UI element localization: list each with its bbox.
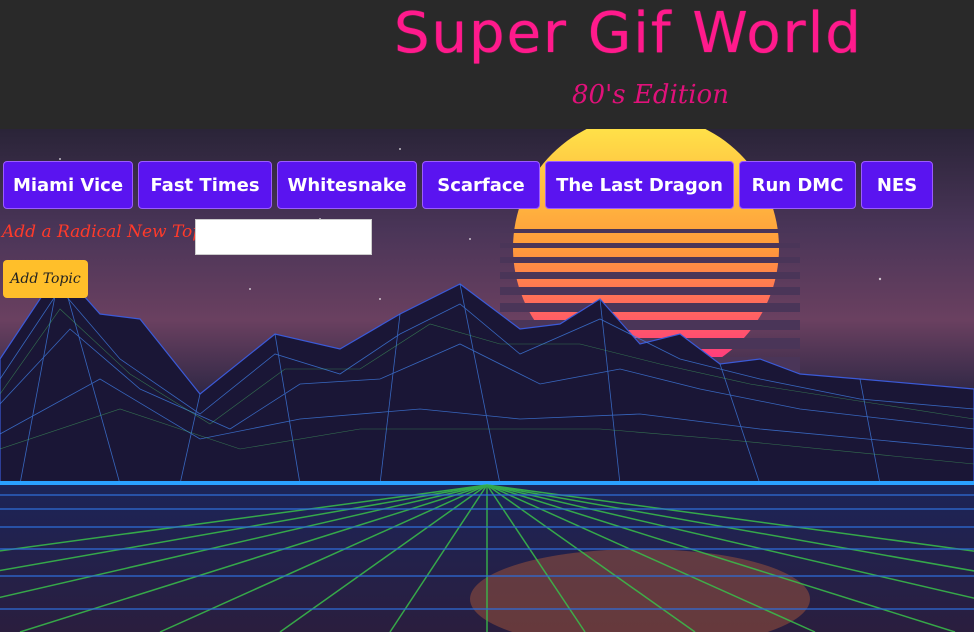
- topic-button-run-dmc[interactable]: Run DMC: [739, 161, 856, 209]
- topic-button-fast-times[interactable]: Fast Times: [138, 161, 272, 209]
- add-topic-label: Add a Radical New Topic: [2, 222, 219, 242]
- topic-button-whitesnake[interactable]: Whitesnake: [277, 161, 417, 209]
- topic-button-miami-vice[interactable]: Miami Vice: [3, 161, 133, 209]
- site-title: Super Gif World: [394, 1, 863, 66]
- topic-button-nes[interactable]: NES: [861, 161, 933, 209]
- new-topic-input[interactable]: [195, 219, 372, 255]
- topic-button-scarface[interactable]: Scarface: [422, 161, 540, 209]
- topic-button-the-last-dragon[interactable]: The Last Dragon: [545, 161, 734, 209]
- add-topic-button[interactable]: Add Topic: [3, 260, 88, 298]
- site-header: Super Gif World 80's Edition: [0, 0, 974, 129]
- site-subtitle: 80's Edition: [572, 80, 729, 110]
